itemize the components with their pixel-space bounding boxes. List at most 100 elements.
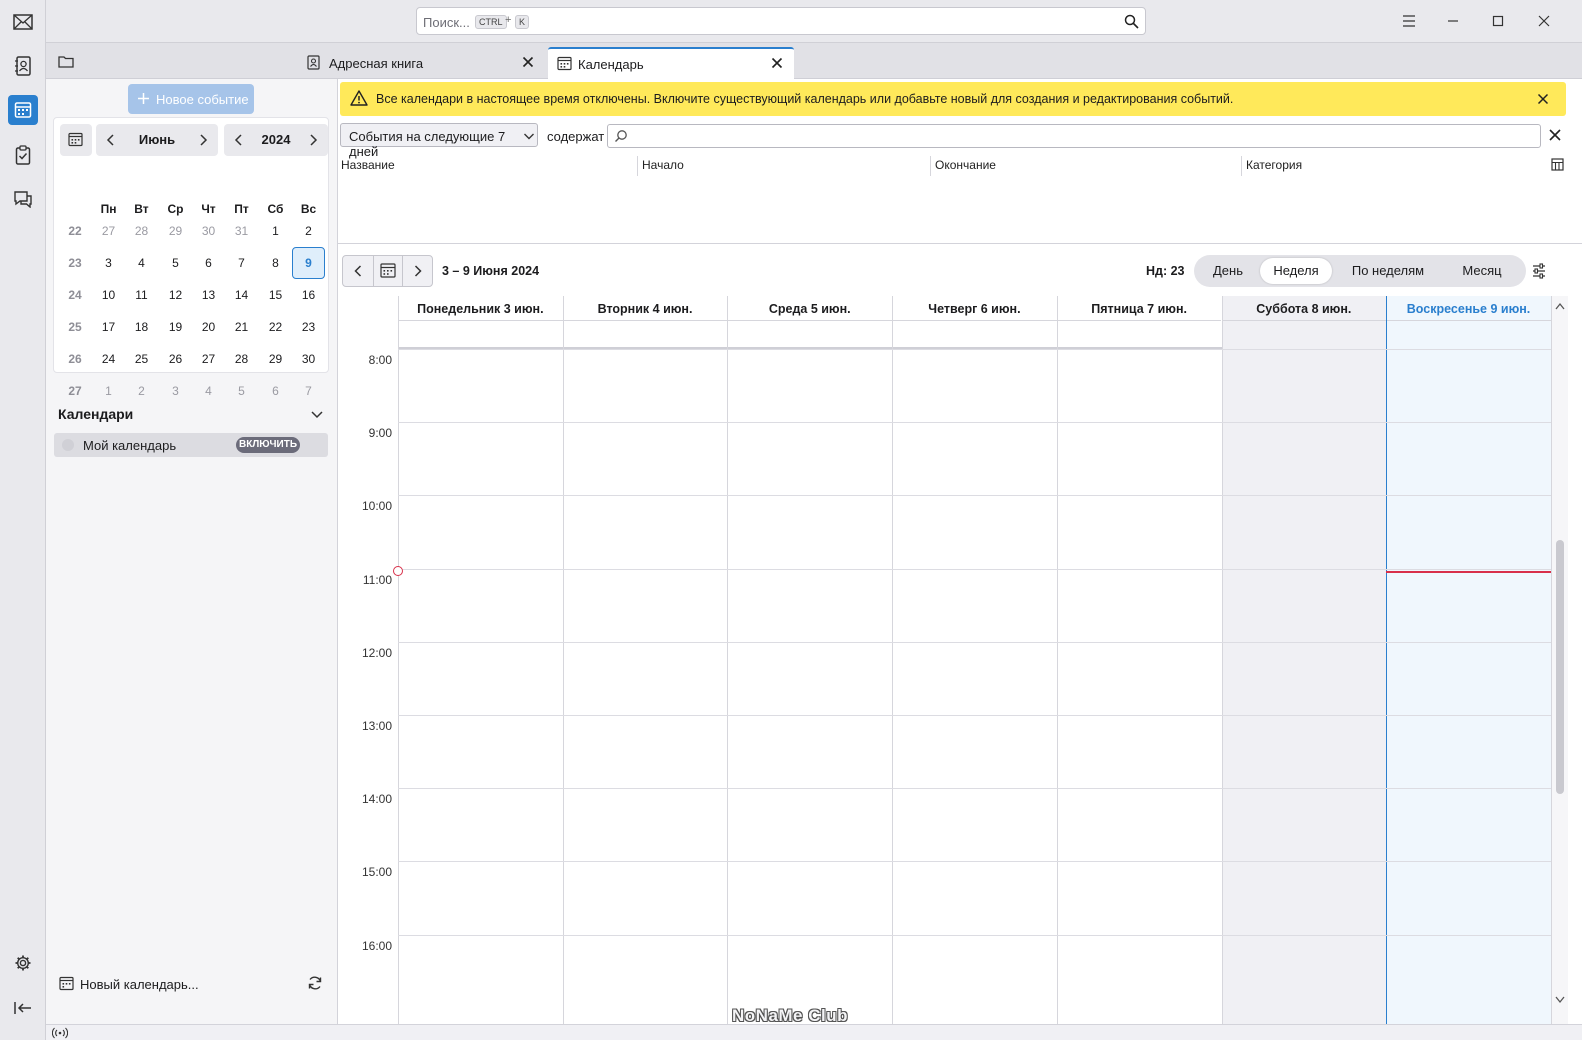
mini-month-day[interactable]: 3 <box>159 384 192 398</box>
mini-month-day[interactable]: 25 <box>125 352 158 366</box>
online-status-icon[interactable] <box>52 1027 68 1039</box>
app-menu-icon[interactable] <box>1395 8 1423 34</box>
mini-month-day[interactable]: 29 <box>159 224 192 238</box>
calendars-header[interactable]: Календари <box>58 406 133 422</box>
mail-icon[interactable] <box>8 7 38 37</box>
column-start[interactable]: Начало <box>642 158 684 172</box>
week-scrollbar[interactable] <box>1552 296 1568 1024</box>
mini-month-day[interactable]: 19 <box>159 320 192 334</box>
new-calendar-link[interactable]: Новый календарь... <box>80 977 199 992</box>
mini-month-day[interactable]: 5 <box>225 384 258 398</box>
maximize-icon[interactable] <box>1484 8 1512 34</box>
tab-address-book[interactable]: Адресная книга <box>300 47 544 79</box>
all-day-cell[interactable] <box>399 320 563 347</box>
next-year-icon[interactable] <box>306 133 320 147</box>
day-header[interactable]: Вторник 4 июн. <box>563 298 728 320</box>
mini-month-day[interactable]: 3 <box>92 256 125 270</box>
all-day-cell[interactable] <box>893 320 1057 347</box>
mini-month-day[interactable]: 2 <box>292 224 325 238</box>
day-column[interactable] <box>727 296 892 1024</box>
week-number[interactable]: 23 <box>62 256 88 270</box>
mini-month-day[interactable]: 1 <box>259 224 292 238</box>
column-category[interactable]: Категория <box>1246 158 1302 172</box>
previous-week-icon[interactable] <box>343 256 373 286</box>
mini-month-day[interactable]: 18 <box>125 320 158 334</box>
week-number[interactable]: 27 <box>62 384 88 398</box>
mini-month-day[interactable]: 22 <box>259 320 292 334</box>
view-week-button[interactable]: Неделя <box>1260 258 1332 284</box>
day-header[interactable]: Воскресенье 9 июн. <box>1386 298 1551 320</box>
calendar-list-item[interactable]: Мой календарь ВКЛЮЧИТЬ <box>54 433 328 457</box>
mini-month-day[interactable]: 21 <box>225 320 258 334</box>
mini-month-day[interactable]: 23 <box>292 320 325 334</box>
day-header[interactable]: Четверг 6 июн. <box>892 298 1057 320</box>
day-column[interactable] <box>892 296 1057 1024</box>
day-header[interactable]: Суббота 8 июн. <box>1222 298 1387 320</box>
event-filter-select[interactable]: События на следующие 7 дней <box>340 123 538 159</box>
scrollbar-thumb[interactable] <box>1556 540 1564 794</box>
global-search-input[interactable]: Поиск... CTRL + K <box>416 7 1146 35</box>
collapse-toolbar-icon[interactable] <box>8 993 38 1023</box>
new-event-button[interactable]: Новое событие <box>128 84 254 114</box>
week-number[interactable]: 25 <box>62 320 88 334</box>
column-end[interactable]: Окончание <box>935 158 996 172</box>
tab-calendar[interactable]: Календарь <box>548 47 794 79</box>
week-number[interactable]: 24 <box>62 288 88 302</box>
mini-month-day[interactable]: 10 <box>92 288 125 302</box>
close-window-icon[interactable] <box>1530 8 1558 34</box>
all-day-cell[interactable] <box>1057 320 1222 347</box>
all-day-cell[interactable] <box>728 320 893 347</box>
next-month-icon[interactable] <box>196 133 210 147</box>
minimize-icon[interactable] <box>1439 8 1467 34</box>
mini-month-day[interactable]: 15 <box>259 288 292 302</box>
mini-month-day[interactable]: 4 <box>192 384 225 398</box>
today-button[interactable] <box>60 124 92 156</box>
close-tab-icon[interactable] <box>520 54 536 70</box>
all-day-cell[interactable] <box>563 320 728 347</box>
view-month-button[interactable]: Месяц <box>1444 258 1520 284</box>
mini-month-day[interactable]: 13 <box>192 288 225 302</box>
mini-month-day[interactable]: 2 <box>125 384 158 398</box>
mini-month-day[interactable]: 31 <box>225 224 258 238</box>
mini-month-day[interactable]: 27 <box>92 224 125 238</box>
mini-month-day[interactable]: 27 <box>192 352 225 366</box>
close-tab-icon[interactable] <box>769 55 785 71</box>
mini-month-day[interactable]: 30 <box>292 352 325 366</box>
mini-month-day[interactable]: 5 <box>159 256 192 270</box>
chat-icon[interactable] <box>8 184 38 214</box>
tasks-icon[interactable] <box>8 140 38 170</box>
mini-month-day[interactable]: 7 <box>225 256 258 270</box>
mini-month-day[interactable]: 26 <box>159 352 192 366</box>
mini-month-day[interactable]: 16 <box>292 288 325 302</box>
mini-month-day[interactable]: 6 <box>259 384 292 398</box>
mini-month-day[interactable]: 20 <box>192 320 225 334</box>
mini-month-day[interactable]: 11 <box>125 288 158 302</box>
close-notification-icon[interactable] <box>1536 92 1550 106</box>
mini-month-day-selected[interactable]: 9 <box>292 247 325 279</box>
mini-month-day[interactable]: 30 <box>192 224 225 238</box>
calendar-space-icon[interactable] <box>8 95 38 125</box>
scroll-up-icon[interactable] <box>1555 302 1565 310</box>
day-header[interactable]: Понедельник 3 июн. <box>398 298 563 320</box>
mini-month-day[interactable]: 29 <box>259 352 292 366</box>
folder-icon[interactable] <box>58 55 74 68</box>
mini-month-day[interactable]: 8 <box>259 256 292 270</box>
sync-icon[interactable] <box>307 975 323 991</box>
column-title[interactable]: Название <box>341 158 395 172</box>
day-header[interactable]: Пятница 7 июн. <box>1057 298 1222 320</box>
mini-month-day[interactable]: 12 <box>159 288 192 302</box>
mini-month-day[interactable]: 6 <box>192 256 225 270</box>
mini-month-day[interactable]: 24 <box>92 352 125 366</box>
column-picker-icon[interactable] <box>1551 158 1564 171</box>
day-column[interactable] <box>1221 296 1387 1024</box>
mini-month-day[interactable]: 4 <box>125 256 158 270</box>
mini-month-day[interactable]: 14 <box>225 288 258 302</box>
mini-month-day[interactable]: 17 <box>92 320 125 334</box>
view-options-icon[interactable] <box>1531 263 1547 279</box>
view-day-button[interactable]: День <box>1198 258 1258 284</box>
scroll-down-icon[interactable] <box>1555 996 1565 1004</box>
mini-month-day[interactable]: 1 <box>92 384 125 398</box>
day-column[interactable] <box>562 296 728 1024</box>
day-column[interactable] <box>398 296 563 1024</box>
settings-gear-icon[interactable] <box>8 948 38 978</box>
